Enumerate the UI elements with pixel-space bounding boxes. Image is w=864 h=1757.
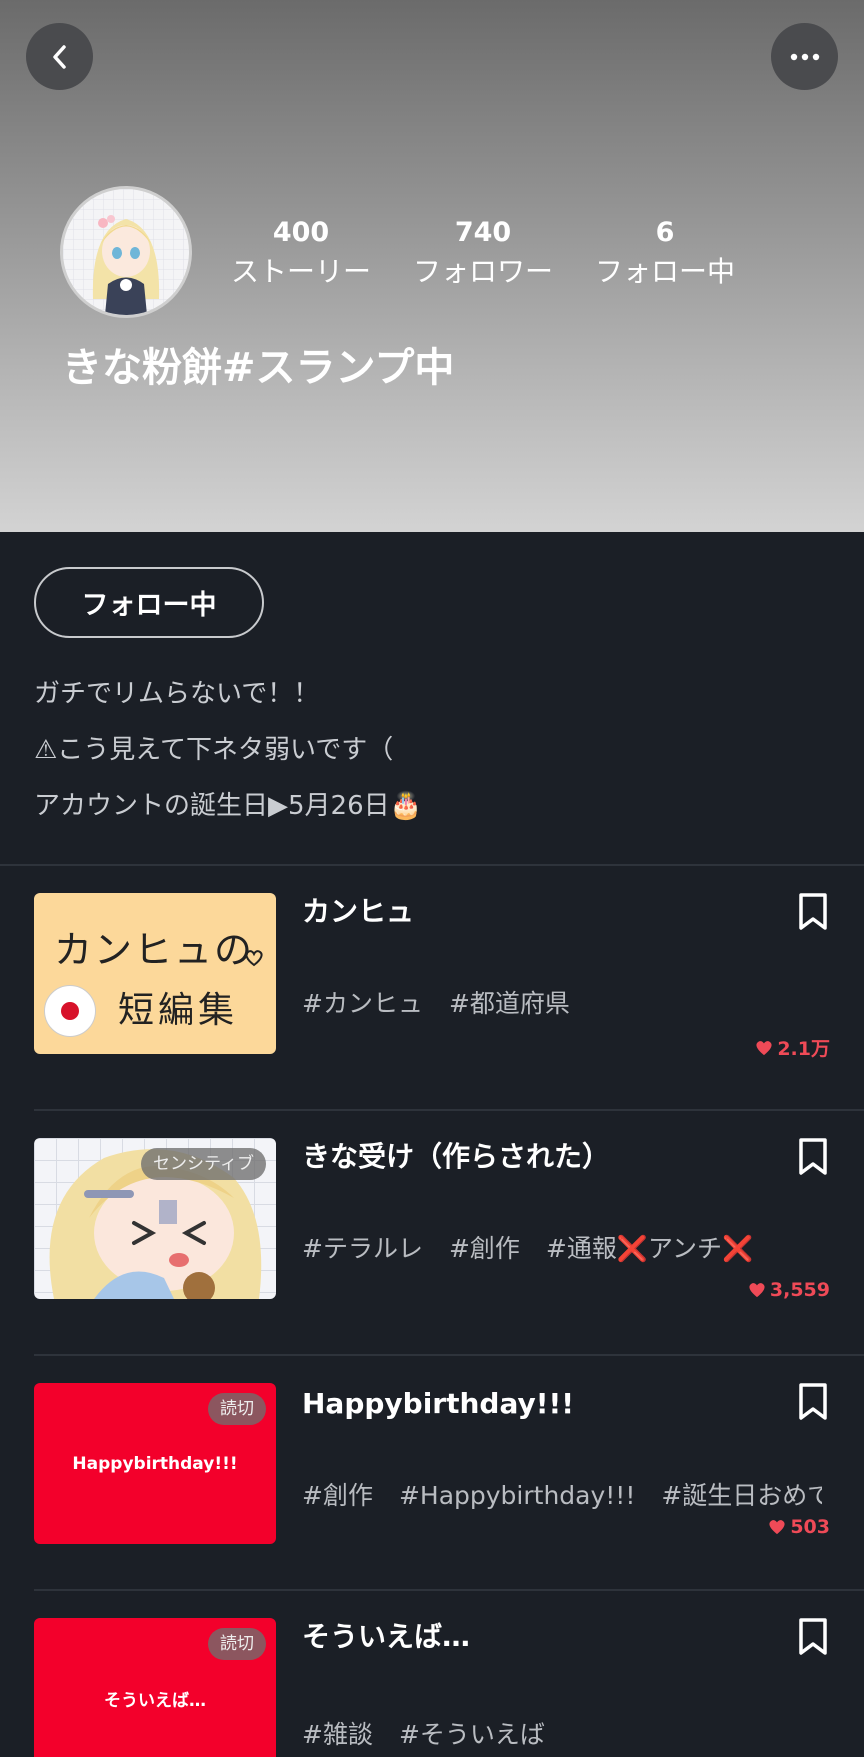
back-button[interactable] bbox=[26, 23, 93, 90]
thumbnail-text: 短編集 bbox=[118, 990, 239, 1031]
story-item[interactable]: カンヒュの 短編集 カンヒュ #カンヒュ #都道府県 2.1万 bbox=[0, 866, 864, 1111]
bookmark-icon[interactable] bbox=[796, 1617, 830, 1657]
heart-doodle-icon bbox=[245, 950, 263, 967]
profile-bio: ガチでリムらないで！！ ⚠こう見えて下ネタ弱いです（ アカウントの誕生日▶5月2… bbox=[34, 666, 834, 834]
following-button[interactable]: フォロー中 bbox=[34, 567, 264, 638]
story-tag[interactable]: #誕生日おめで… bbox=[661, 1481, 822, 1510]
stat-followers-value: 740 bbox=[454, 217, 512, 248]
story-title[interactable]: きな受け（作らされた） bbox=[302, 1137, 610, 1177]
likes-count: 2.1万 bbox=[777, 1038, 830, 1060]
more-horizontal-icon bbox=[790, 53, 819, 60]
story-tag[interactable]: #都道府県 bbox=[449, 989, 570, 1018]
bookmark-icon[interactable] bbox=[796, 1137, 830, 1177]
heart-icon bbox=[749, 1283, 765, 1298]
story-tags: #テラルレ #創作 #通報❌アンチ❌ bbox=[302, 1231, 822, 1267]
story-thumbnail[interactable]: カンヒュの 短編集 bbox=[34, 893, 276, 1054]
story-item[interactable]: センシティブ きな受け（作らされた） #テラルレ #創作 #通報❌アンチ❌ 3,55… bbox=[0, 1111, 864, 1356]
story-tag[interactable]: #テラルレ bbox=[302, 1234, 423, 1263]
story-tags: #カンヒュ #都道府県 bbox=[302, 986, 822, 1022]
story-thumbnail[interactable]: Happybirthday!!! 読切 bbox=[34, 1383, 276, 1544]
heart-icon bbox=[756, 1040, 772, 1055]
stat-stories-value: 400 bbox=[272, 217, 330, 248]
stat-following[interactable]: 6 フォロー中 bbox=[585, 216, 745, 294]
story-tag[interactable]: #Happybirthday!!! bbox=[399, 1481, 635, 1510]
oneshot-badge: 読切 bbox=[208, 1393, 266, 1425]
stat-followers[interactable]: 740 フォロワー bbox=[403, 216, 563, 294]
profile-header: 400 ストーリー 740 フォロワー 6 フォロー中 きな粉餅#スランプ中 bbox=[0, 0, 864, 532]
profile-username: きな粉餅#スランプ中 bbox=[62, 345, 455, 391]
story-title[interactable]: カンヒュ bbox=[302, 892, 414, 932]
story-tag[interactable]: #創作 bbox=[449, 1234, 520, 1263]
stat-stories-label: ストーリー bbox=[230, 255, 371, 288]
bio-line: ガチでリムらないで！！ bbox=[34, 679, 320, 709]
story-title[interactable]: そういえば… bbox=[302, 1617, 470, 1657]
story-tag[interactable]: #創作 bbox=[302, 1481, 373, 1510]
avatar-illustration bbox=[63, 189, 189, 315]
bookmark-icon[interactable] bbox=[796, 892, 830, 932]
story-tag[interactable]: #そういえば bbox=[399, 1720, 545, 1749]
thumbnail-text: カンヒュの bbox=[54, 928, 255, 972]
likes-count: 503 bbox=[790, 1516, 830, 1538]
story-thumbnail[interactable]: センシティブ bbox=[34, 1138, 276, 1299]
heart-icon bbox=[769, 1520, 785, 1535]
story-tags: #創作 #Happybirthday!!! #誕生日おめで… bbox=[302, 1478, 822, 1514]
thumbnail-title: Happybirthday!!! bbox=[72, 1453, 238, 1474]
stat-stories[interactable]: 400 ストーリー bbox=[221, 216, 381, 294]
likes-count: 3,559 bbox=[769, 1279, 830, 1301]
stat-followers-label: フォロワー bbox=[412, 255, 553, 288]
story-likes: 503 bbox=[768, 1516, 830, 1538]
oneshot-badge: 読切 bbox=[208, 1628, 266, 1660]
bio-line: アカウントの誕生日▶5月26日🎂 bbox=[34, 791, 422, 821]
thumbnail-title: そういえば… bbox=[104, 1691, 206, 1711]
bio-line: ⚠こう見えて下ネタ弱いです（ bbox=[34, 735, 394, 765]
story-tag[interactable]: #通報❌アンチ❌ bbox=[546, 1234, 753, 1263]
japan-flag-icon bbox=[44, 985, 96, 1037]
stat-following-label: フォロー中 bbox=[594, 255, 735, 288]
story-title[interactable]: Happybirthday!!! bbox=[302, 1384, 574, 1424]
chevron-left-icon bbox=[52, 44, 66, 69]
story-tag[interactable]: #雑談 bbox=[302, 1720, 373, 1749]
story-tag[interactable]: #カンヒュ bbox=[302, 989, 423, 1018]
story-likes: 3,559 bbox=[748, 1279, 830, 1301]
avatar[interactable] bbox=[60, 186, 192, 318]
story-item[interactable]: Happybirthday!!! 読切 Happybirthday!!! #創作… bbox=[0, 1356, 864, 1591]
stat-following-value: 6 bbox=[655, 217, 675, 248]
sensitive-badge: センシティブ bbox=[141, 1148, 266, 1180]
story-item[interactable]: そういえば… 読切 そういえば… #雑談 #そういえば bbox=[0, 1591, 864, 1757]
more-options-button[interactable] bbox=[771, 23, 838, 90]
bookmark-icon[interactable] bbox=[796, 1382, 830, 1422]
story-likes: 2.1万 bbox=[755, 1034, 830, 1061]
story-tags: #雑談 #そういえば bbox=[302, 1717, 822, 1753]
story-thumbnail[interactable]: そういえば… 読切 bbox=[34, 1618, 276, 1757]
